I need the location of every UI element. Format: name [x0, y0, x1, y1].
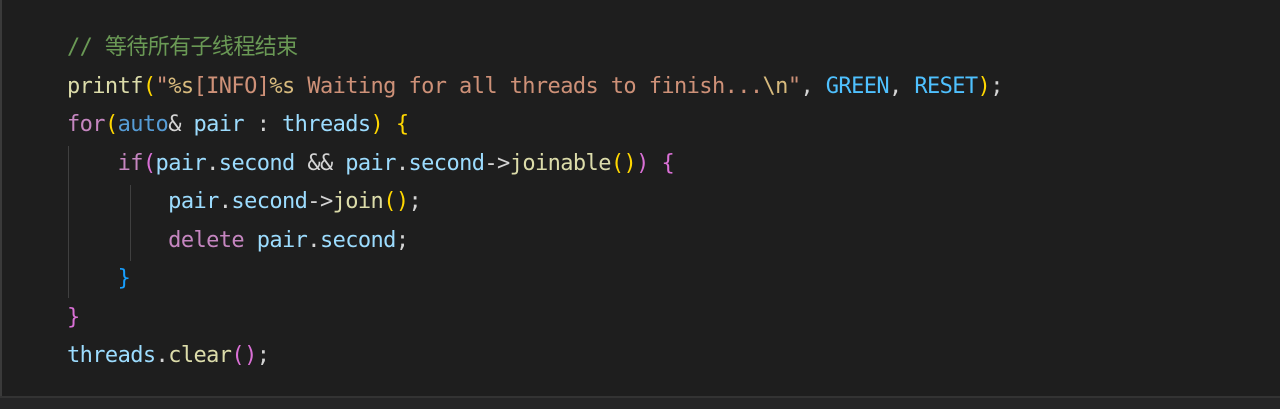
code-token: "	[155, 73, 169, 99]
code-token: (	[142, 73, 156, 99]
code-line[interactable]: printf("%s[INFO]%s Waiting for all threa…	[67, 68, 1003, 107]
code-token: (	[142, 150, 156, 176]
code-token: "	[787, 73, 801, 99]
code-token: %s	[269, 73, 295, 99]
code-token: GREEN	[825, 73, 890, 99]
code-token: (	[104, 112, 118, 137]
code-token: .	[218, 189, 232, 214]
code-token: )	[636, 150, 649, 176]
code-token: &	[168, 112, 194, 137]
code-token: RESET	[914, 73, 978, 99]
code-token: ()	[610, 150, 637, 176]
code-token: }	[117, 266, 131, 291]
code-token: ;	[256, 343, 270, 368]
code-token: ,	[800, 73, 826, 99]
code-token: )	[977, 73, 991, 99]
code-token: threads	[282, 112, 371, 137]
code-token: // 等待所有子线程结束	[67, 35, 298, 60]
code-token: delete	[168, 227, 245, 253]
code-token: second	[319, 227, 396, 253]
code-token: ;	[408, 189, 422, 214]
code-token: auto	[117, 112, 169, 137]
code-token: if	[117, 150, 144, 176]
code-token: &&	[294, 150, 346, 176]
code-token: Waiting for all threads to finish...	[294, 73, 763, 99]
code-token: joinable	[509, 150, 612, 176]
code-token: }	[67, 304, 80, 330]
indent-guide-1	[68, 146, 69, 298]
code-token: ,	[889, 73, 915, 99]
code-line[interactable]: threads.clear();	[67, 337, 1003, 376]
code-token: .	[307, 227, 320, 253]
code-token: pair	[345, 150, 396, 176]
code-token: clear	[168, 343, 232, 368]
code-token: pair	[193, 112, 245, 137]
code-token: ()	[383, 189, 409, 214]
code-token: {	[395, 112, 409, 137]
indent-guide-2	[130, 185, 131, 261]
code-line[interactable]: pair.second->join();	[67, 183, 1003, 222]
code-token: \n	[762, 73, 789, 99]
code-token: for	[67, 112, 106, 137]
code-token: )	[370, 112, 384, 137]
code-token: ;	[395, 227, 409, 253]
code-line[interactable]: delete pair.second;	[67, 222, 1003, 261]
code-token: second	[218, 150, 295, 176]
bottom-panel-edge	[0, 396, 1280, 409]
code-token: join	[332, 189, 384, 214]
code-token: ;	[990, 73, 1003, 99]
code-line[interactable]: for(auto& pair : threads) {	[67, 106, 1003, 145]
code-line[interactable]: }	[67, 260, 1003, 299]
code-token: .	[206, 150, 219, 176]
code-line[interactable]: if(pair.second && pair.second->joinable(…	[67, 145, 1003, 184]
code-editor[interactable]: // 等待所有子线程结束 printf("%s[INFO]%s Waiting f…	[0, 0, 1280, 396]
code-token: pair	[168, 189, 219, 214]
code-token: pair	[256, 227, 308, 253]
code-token: second	[231, 189, 308, 214]
code-token: ()	[231, 343, 257, 368]
code-line[interactable]: // 等待所有子线程结束	[67, 29, 1003, 68]
code-token: .	[395, 150, 409, 176]
code-token: ->	[484, 150, 510, 176]
code-token: pair	[155, 150, 207, 176]
code-token: second	[408, 150, 485, 176]
code-token: threads	[67, 343, 156, 368]
code-token: printf	[67, 73, 143, 99]
code-token: %s	[168, 73, 194, 99]
code-token: [INFO]	[193, 73, 270, 99]
code-content[interactable]: // 等待所有子线程结束 printf("%s[INFO]%s Waiting f…	[67, 29, 1003, 376]
code-token: ->	[307, 189, 333, 214]
code-line[interactable]: }	[67, 299, 1003, 338]
code-token: {	[661, 150, 675, 176]
code-token: :	[244, 112, 283, 137]
code-token: .	[155, 343, 169, 368]
